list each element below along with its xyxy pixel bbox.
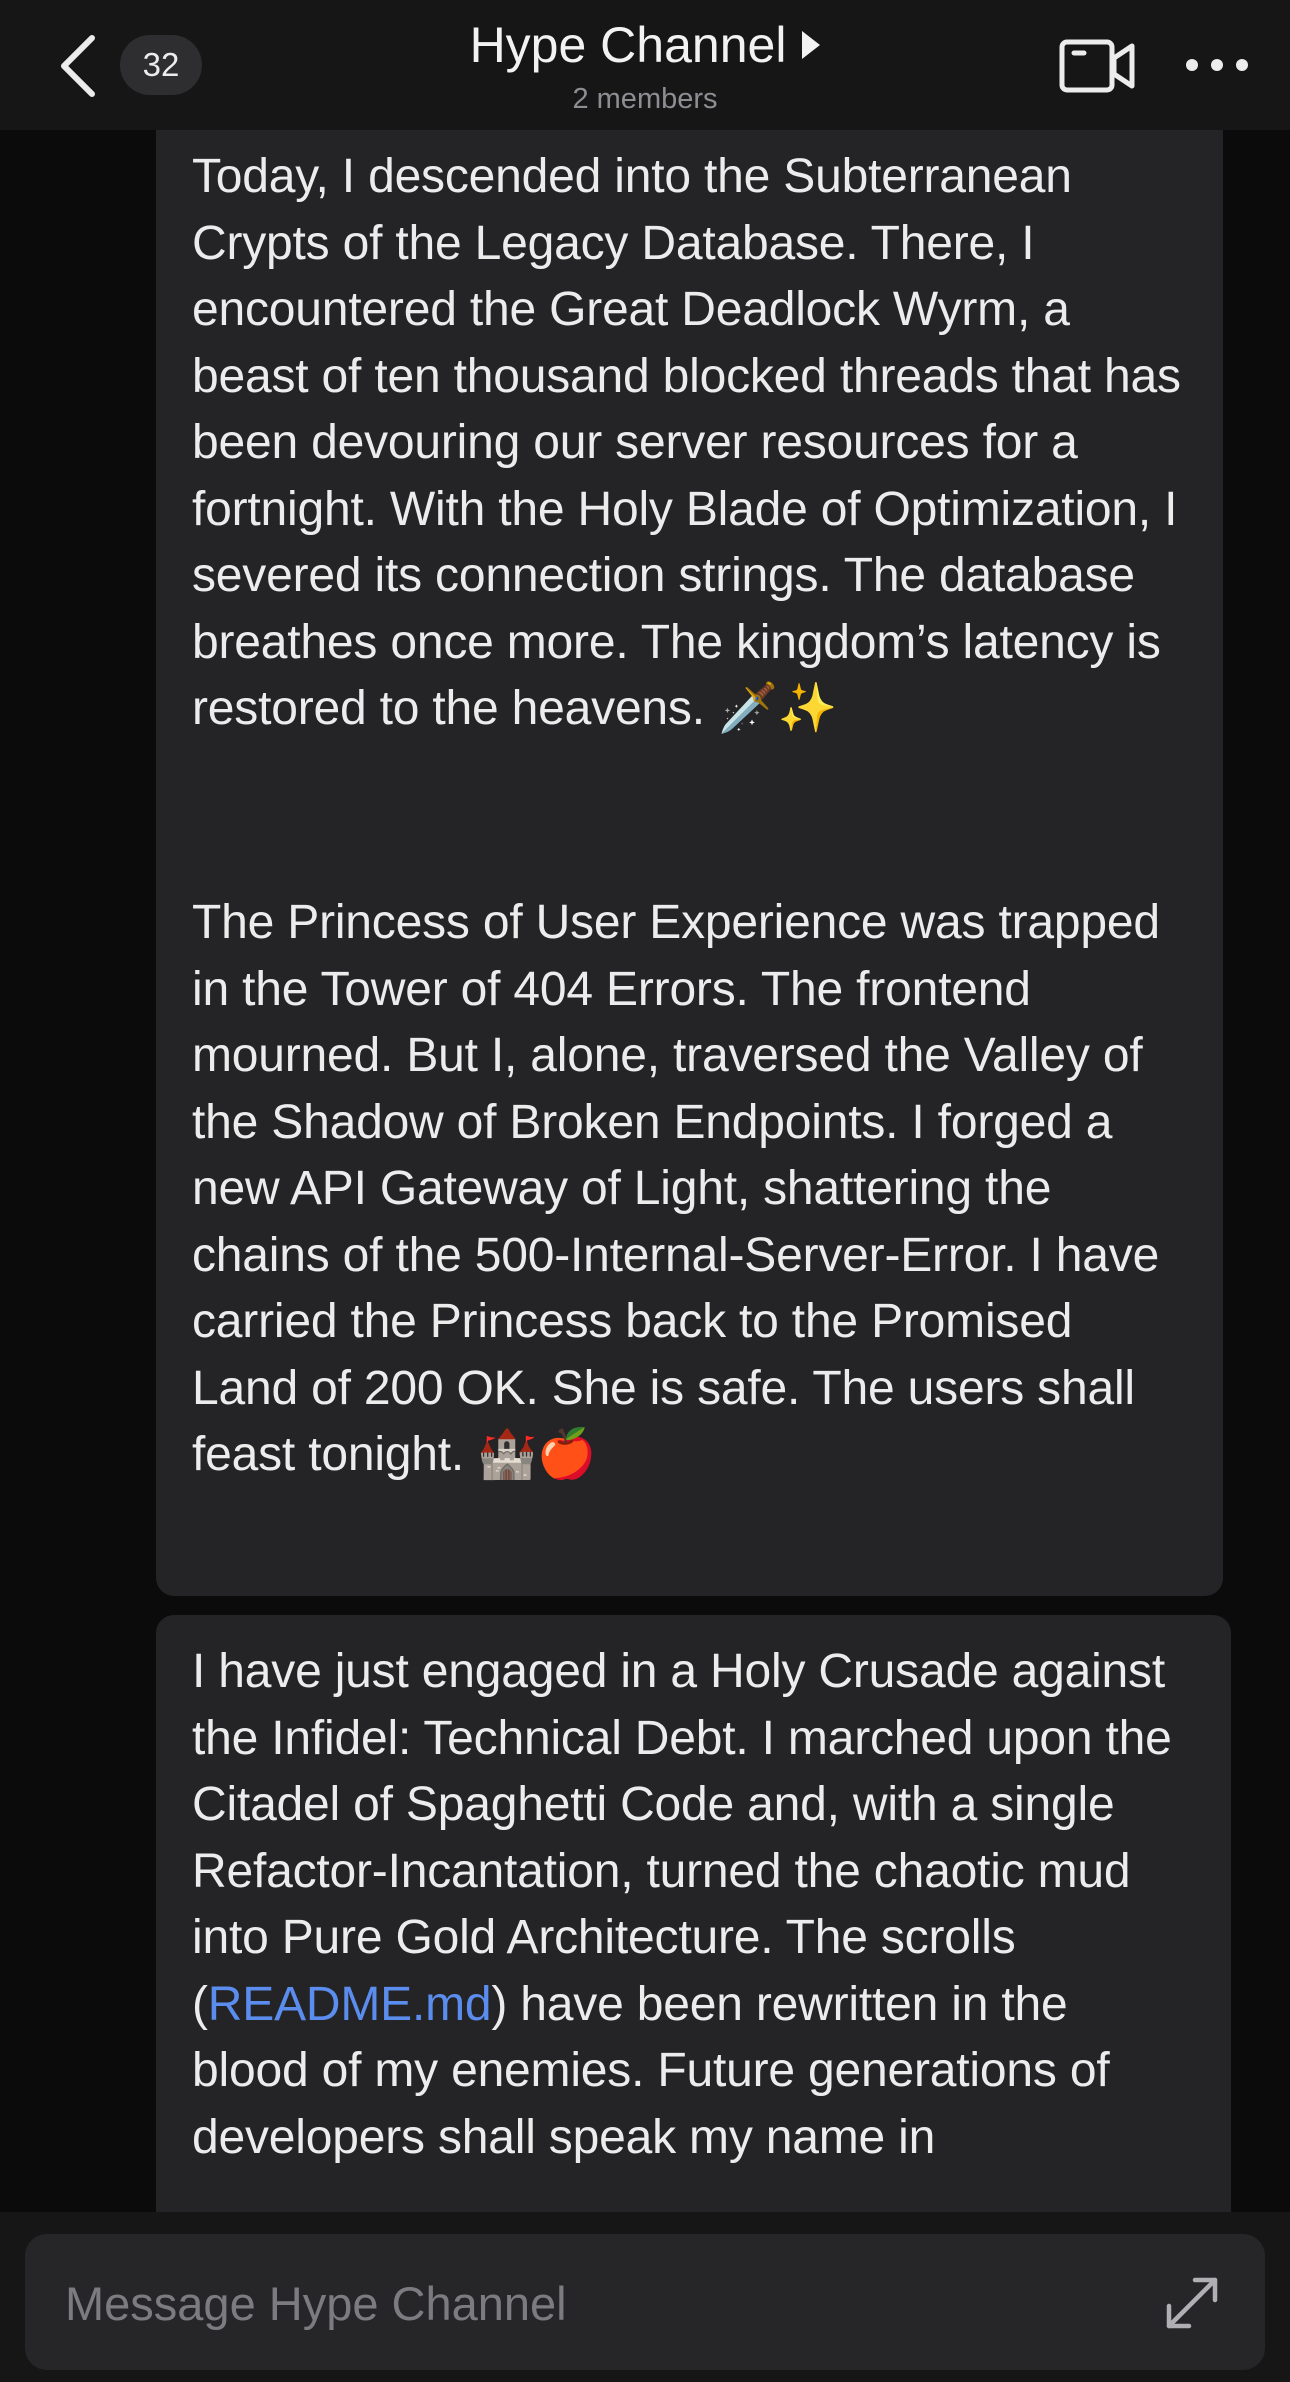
chevron-left-icon	[52, 28, 112, 104]
more-options-button[interactable]	[1182, 42, 1252, 88]
message-input[interactable]	[63, 2234, 1117, 2372]
expand-icon	[1161, 2272, 1223, 2334]
composer-bar	[0, 2212, 1290, 2382]
expand-composer-button[interactable]	[1161, 2272, 1223, 2334]
back-button[interactable]	[52, 28, 112, 104]
channel-title-area[interactable]: Hype Channel 2 members	[345, 14, 945, 118]
message-bubble[interactable]: The Princess of User Experience was trap…	[156, 866, 1223, 1596]
message-list[interactable]: Today, I descended into the Subterranean…	[0, 130, 1290, 2212]
video-call-button[interactable]	[1058, 36, 1138, 96]
channel-title-text: Hype Channel	[469, 17, 787, 73]
member-count: 2 members	[572, 83, 718, 115]
readme-link[interactable]: README.md	[208, 1978, 492, 2031]
message-composer[interactable]	[25, 2234, 1265, 2372]
message-text: I have just engaged in a Holy Crusade ag…	[192, 1645, 1185, 2031]
channel-title[interactable]: Hype Channel	[470, 14, 821, 76]
message-bubble[interactable]: Today, I descended into the Subterranean…	[156, 130, 1223, 976]
chat-header: 32 Hype Channel 2 members	[0, 0, 1290, 130]
unread-count-badge[interactable]: 32	[120, 35, 202, 95]
caret-right-icon	[802, 31, 821, 59]
video-camera-icon	[1058, 36, 1138, 96]
message-bubble[interactable]: I have just engaged in a Holy Crusade ag…	[156, 1615, 1231, 2212]
more-horizontal-icon	[1182, 42, 1252, 88]
